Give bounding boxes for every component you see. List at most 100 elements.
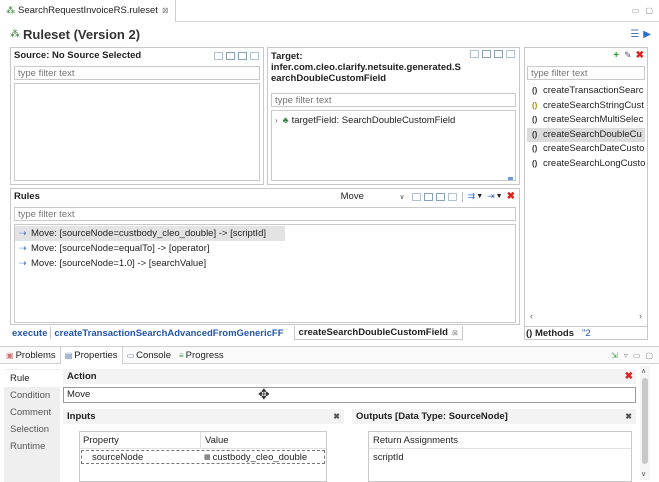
breadcrumb-active-tab[interactable]: createSearchDoubleCustomField ⊠ [293, 326, 463, 340]
scroll-thumb[interactable] [642, 378, 648, 464]
method-label: createSearchLongCusto [543, 157, 645, 169]
expand-all-icon[interactable] [423, 192, 433, 201]
rule-item-selected[interactable]: ⇢ Move: [sourceNode=custbody_cleo_double… [15, 226, 285, 241]
ruleset-header: ⁂ Ruleset (Version 2) ☰ ▶ [0, 24, 659, 44]
edit-method-icon[interactable]: ✎ [624, 50, 632, 61]
properties-side-nav: Rule Condition Comment Selection Runtime [4, 369, 60, 482]
breadcrumb-execute[interactable]: execute [12, 328, 47, 339]
method-item[interactable]: () createSearchDateCusto [527, 142, 645, 157]
delete-rule-icon[interactable]: ✖ [507, 191, 515, 202]
link-icon[interactable] [250, 51, 259, 60]
properties-scrollbar[interactable]: ∧ ∨ [640, 366, 650, 480]
link-icon[interactable] [506, 50, 515, 58]
scroll-right-icon[interactable]: › [639, 311, 642, 321]
rule-type-select[interactable]: Move ∨ [341, 191, 405, 203]
method-item-selected[interactable]: () createSearchDoubleCu [527, 127, 645, 142]
side-tab-condition[interactable]: Condition [4, 387, 60, 404]
delete-method-icon[interactable]: ✖ [636, 50, 644, 61]
side-tab-runtime[interactable]: Runtime [4, 438, 60, 455]
source-tree[interactable] [14, 83, 260, 181]
inputs-table: Property Value sourceNode ▦ custbody_cle… [79, 431, 327, 482]
close-outputs-icon[interactable]: ✖ [625, 412, 632, 421]
maximize-icon[interactable]: ▢ [645, 351, 653, 360]
new-rule-icon[interactable]: ⇉ [468, 191, 476, 202]
methods-hscrollbar[interactable]: ‹ › [527, 310, 645, 322]
maximize-icon[interactable]: ▢ [645, 6, 653, 15]
view-menu-icon[interactable]: ▿ [624, 351, 628, 360]
minimize-icon[interactable]: ▭ [632, 6, 640, 15]
close-icon[interactable]: ⊠ [452, 329, 458, 337]
side-tab-selection[interactable]: Selection [4, 421, 60, 438]
console-icon: ▭ [126, 350, 135, 360]
property-name: sourceNode [92, 451, 144, 463]
minimize-icon[interactable]: ▭ [633, 351, 641, 360]
editor-tab[interactable]: ⁂ SearchRequestInvoiceRS.ruleset ⊠ [0, 0, 176, 22]
link-icon[interactable] [447, 192, 457, 201]
target-title-class: earchDoubleCustomField [271, 73, 387, 84]
side-tab-rule[interactable]: Rule [4, 370, 60, 387]
method-item[interactable]: () createTransactionSearc [527, 84, 645, 99]
tab-methods[interactable]: () Methods [526, 328, 574, 339]
pin-icon[interactable]: ⇲ [611, 351, 618, 360]
add-method-icon[interactable]: + [613, 50, 619, 61]
rules-panel: Rules Move ∨ ⇉ ▼ ⇥ ▼ ✖ ⇢ Move: [sourceNo… [10, 188, 520, 325]
remove-action-icon[interactable]: ✖ [625, 371, 633, 382]
action-header: Action ✖ [63, 369, 636, 384]
method-item[interactable]: () createSearchMultiSelec [527, 113, 645, 128]
expand-all-icon[interactable] [226, 51, 235, 60]
scroll-down-icon[interactable]: ∨ [641, 470, 646, 478]
action-field[interactable]: Move [63, 387, 636, 403]
tab-problems[interactable]: ▣ Problems [0, 350, 60, 361]
rules-filter-input[interactable] [14, 207, 516, 221]
chevron-down-icon: ∨ [399, 193, 405, 201]
tab-properties[interactable]: ▤ Properties [59, 346, 123, 364]
field-icon: ♣ [282, 115, 289, 125]
tab-console[interactable]: ▭ Console [123, 350, 175, 361]
tab-label: Progress [185, 349, 224, 361]
toolbar-separator [461, 191, 463, 202]
breadcrumb-step1[interactable]: createTransactionSearchAdvancedFromGener… [54, 328, 283, 339]
breadcrumb: execute createTransactionSearchAdvancedF… [10, 326, 520, 340]
close-inputs-icon[interactable]: ✖ [333, 412, 340, 421]
side-tab-comment[interactable]: Comment [4, 404, 60, 421]
insert-rule-icon[interactable]: ⇥ [487, 191, 495, 202]
expand-arrow-icon[interactable]: › [275, 116, 278, 125]
method-icon: () [532, 158, 538, 168]
tab-progress[interactable]: ≡ Progress [175, 350, 228, 361]
target-field-label: targetField: SearchDoubleCustomField [291, 114, 456, 126]
filter-icon[interactable] [470, 50, 479, 58]
target-tree-item[interactable]: › ♣ targetField: SearchDoubleCustomField [272, 113, 515, 127]
collapse-all-icon[interactable] [494, 50, 503, 58]
input-row[interactable]: sourceNode ▦ custbody_cleo_double [81, 450, 325, 464]
methods-filter-input[interactable] [527, 66, 645, 80]
chevron-down-icon[interactable]: ▼ [496, 193, 503, 200]
chevron-down-icon[interactable]: ▼ [476, 193, 483, 200]
rule-item[interactable]: ⇢ Move: [sourceNode=1.0] -> [searchValue… [15, 256, 515, 271]
method-item[interactable]: () createSearchLongCusto [527, 157, 645, 172]
rules-list[interactable]: ⇢ Move: [sourceNode=custbody_cleo_double… [14, 224, 516, 323]
inputs-title: Inputs [67, 411, 96, 422]
source-filter-input[interactable] [14, 66, 260, 80]
scroll-up-icon[interactable]: ∧ [641, 367, 646, 375]
filter-icon[interactable] [411, 192, 421, 201]
ruleset-file-icon: ⁂ [6, 5, 15, 15]
run-icon[interactable]: ▶ [643, 29, 651, 40]
expand-all-icon[interactable] [482, 50, 491, 58]
scroll-left-icon[interactable]: ‹ [530, 311, 533, 321]
editor-tab-close-icon[interactable]: ⊠ [162, 6, 169, 15]
tab-overflow[interactable]: "2 [582, 328, 591, 339]
target-tree[interactable]: › ♣ targetField: SearchDoubleCustomField [271, 110, 516, 181]
method-item[interactable]: () createSearchStringCust [527, 99, 645, 114]
methods-list[interactable]: () createTransactionSearc () createSearchS… [527, 84, 645, 314]
collapse-all-icon[interactable] [238, 51, 247, 60]
side-marker [508, 177, 513, 180]
filter-icon[interactable] [214, 51, 223, 60]
property-value[interactable]: custbody_cleo_double [213, 452, 308, 463]
collapse-all-icon[interactable] [435, 192, 445, 201]
target-filter-input[interactable] [271, 93, 516, 107]
layout-icon[interactable]: ☰ [630, 29, 639, 40]
method-icon: () [532, 86, 538, 95]
method-icon: () [532, 115, 538, 124]
rule-item[interactable]: ⇢ Move: [sourceNode=equalTo] -> [operato… [15, 241, 515, 256]
output-row[interactable]: scriptId [369, 451, 631, 465]
